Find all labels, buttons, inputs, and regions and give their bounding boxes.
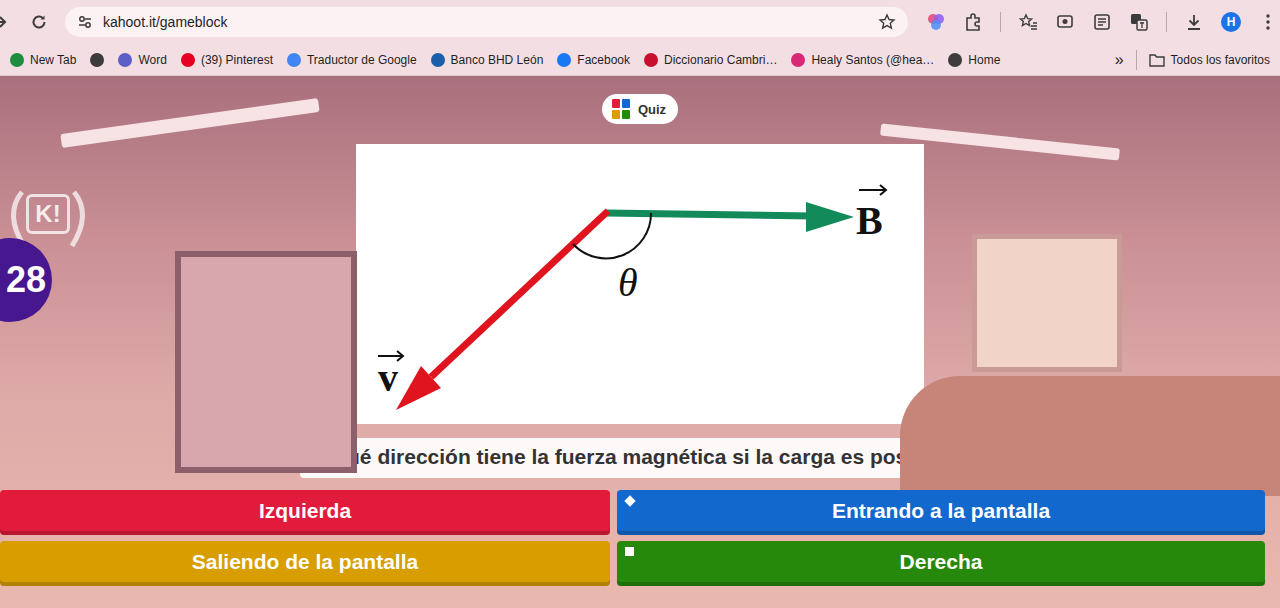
toolbar-separator (1166, 12, 1167, 32)
bookmark-label[interactable]: (39) Pinterest (201, 53, 273, 67)
bookmark-label[interactable]: Word (138, 53, 166, 67)
classroom-window (972, 234, 1122, 372)
classroom-whiteboard (175, 251, 357, 473)
reload-icon[interactable] (30, 13, 48, 31)
answer-label[interactable]: Izquierda (259, 499, 351, 523)
vector-diagram: Bv θ (356, 144, 924, 424)
quiz-label: Quiz (638, 102, 666, 117)
answer-button[interactable]: Izquierda (0, 490, 610, 535)
timer-count: 28 (6, 259, 46, 301)
bookmarks-overflow[interactable]: » (1115, 51, 1124, 69)
site-info-icon[interactable] (77, 14, 93, 30)
velocity-vector (431, 211, 608, 377)
bookmark-label[interactable]: Banco BHD León (451, 53, 544, 67)
assistant-icon[interactable] (926, 12, 946, 32)
bookmark-item[interactable]: Facebook (557, 53, 630, 67)
answer-label[interactable]: Saliendo de la pantalla (192, 550, 418, 574)
media-control-icon[interactable] (1055, 12, 1075, 32)
address-bar[interactable]: kahoot.it/gameblock (65, 7, 908, 37)
angle-arc (573, 213, 651, 258)
translate-icon[interactable] (1129, 12, 1149, 32)
answer-grid: Izquierda Entrando a la pantalla Saliend… (0, 490, 1280, 586)
favicon-icon (118, 53, 132, 67)
velocity-label: v (378, 355, 398, 400)
bookmark-star-icon[interactable] (878, 13, 896, 31)
favicon-icon (287, 53, 301, 67)
favicon-icon (431, 53, 445, 67)
bookmark-item[interactable]: Traductor de Google (287, 53, 417, 67)
favicon-icon (644, 53, 658, 67)
bookmark-label[interactable]: Diccionario Cambri… (664, 53, 777, 67)
angle-label: θ (618, 260, 638, 305)
bookmark-label[interactable]: Todos los favoritos (1171, 53, 1270, 67)
magnetic-field-vector (606, 213, 812, 216)
bookmark-item[interactable]: Banco BHD León (431, 53, 544, 67)
forward-arrow-icon[interactable] (0, 13, 9, 31)
favicon-icon (557, 53, 571, 67)
bookmark-item[interactable]: (39) Pinterest (181, 53, 273, 67)
bookmark-label[interactable]: Facebook (577, 53, 630, 67)
quiz-badge: Quiz (602, 94, 678, 124)
bookmark-item[interactable]: Word (118, 53, 166, 67)
timer-badge: 28 (0, 238, 52, 322)
answer-button[interactable]: Derecha (617, 541, 1265, 586)
quiz-grid-icon (612, 99, 630, 119)
logo-text: K! (26, 194, 70, 234)
question-image: Bv θ (356, 144, 924, 424)
field-vector-mark (859, 185, 886, 195)
bookmark-label[interactable]: Traductor de Google (307, 53, 417, 67)
bookmark-item[interactable]: Home (948, 53, 1000, 67)
answer-button[interactable]: Entrando a la pantalla (617, 490, 1265, 535)
classroom-desk (900, 376, 1280, 496)
square-icon (625, 547, 634, 556)
kahoot-game: K! 28 Quiz Bv θ ¿Qué dirección tiene la f… (0, 76, 1280, 608)
question-text: ¿Qué dirección tiene la fuerza magnética… (300, 438, 980, 478)
bookmarks-right: » Todos los favoritos (1115, 50, 1270, 70)
favorites-list-icon[interactable] (1018, 12, 1038, 32)
answer-button[interactable]: Saliendo de la pantalla (0, 541, 610, 586)
favicon-icon (90, 53, 104, 67)
toolbar-separator (1000, 12, 1001, 32)
field-arrowhead (806, 202, 854, 232)
diamond-icon (624, 495, 635, 506)
bookmark-label[interactable]: New Tab (30, 53, 76, 67)
reading-list-icon[interactable] (1092, 12, 1112, 32)
bookmark-item[interactable]: Healy Santos (@hea… (791, 53, 934, 67)
bookmark-item[interactable]: Diccionario Cambri… (644, 53, 777, 67)
bookmark-item[interactable]: New Tab (10, 53, 76, 67)
extensions-puzzle-icon[interactable] (963, 12, 983, 32)
bookmark-item[interactable] (90, 53, 104, 67)
url-text[interactable]: kahoot.it/gameblock (103, 14, 868, 30)
velocity-arrowhead (396, 366, 441, 410)
toolbar-actions: H (926, 12, 1278, 32)
browser-window: kahoot.it/gameblock H New Tab Word (39) … (0, 0, 1280, 608)
favicon-icon (181, 53, 195, 67)
answer-label[interactable]: Entrando a la pantalla (832, 499, 1050, 523)
folder-icon (1149, 53, 1165, 67)
bookmark-label[interactable]: Home (968, 53, 1000, 67)
favicon-icon (791, 53, 805, 67)
download-icon[interactable] (1184, 12, 1204, 32)
browser-toolbar: kahoot.it/gameblock H (0, 0, 1280, 44)
favicon-icon (10, 53, 24, 67)
answer-label[interactable]: Derecha (900, 550, 983, 574)
favicon-icon (948, 53, 962, 67)
field-label: B (856, 198, 883, 243)
bookmarks-bar: New Tab Word (39) Pinterest Traductor de… (0, 44, 1280, 76)
bookmark-label[interactable]: Healy Santos (@hea… (811, 53, 934, 67)
menu-dots-icon[interactable] (1258, 12, 1278, 32)
ceiling-light (60, 98, 319, 148)
bookmarks-separator (1136, 50, 1137, 70)
profile-avatar[interactable]: H (1221, 12, 1241, 32)
all-bookmarks-folder[interactable]: Todos los favoritos (1149, 53, 1270, 67)
